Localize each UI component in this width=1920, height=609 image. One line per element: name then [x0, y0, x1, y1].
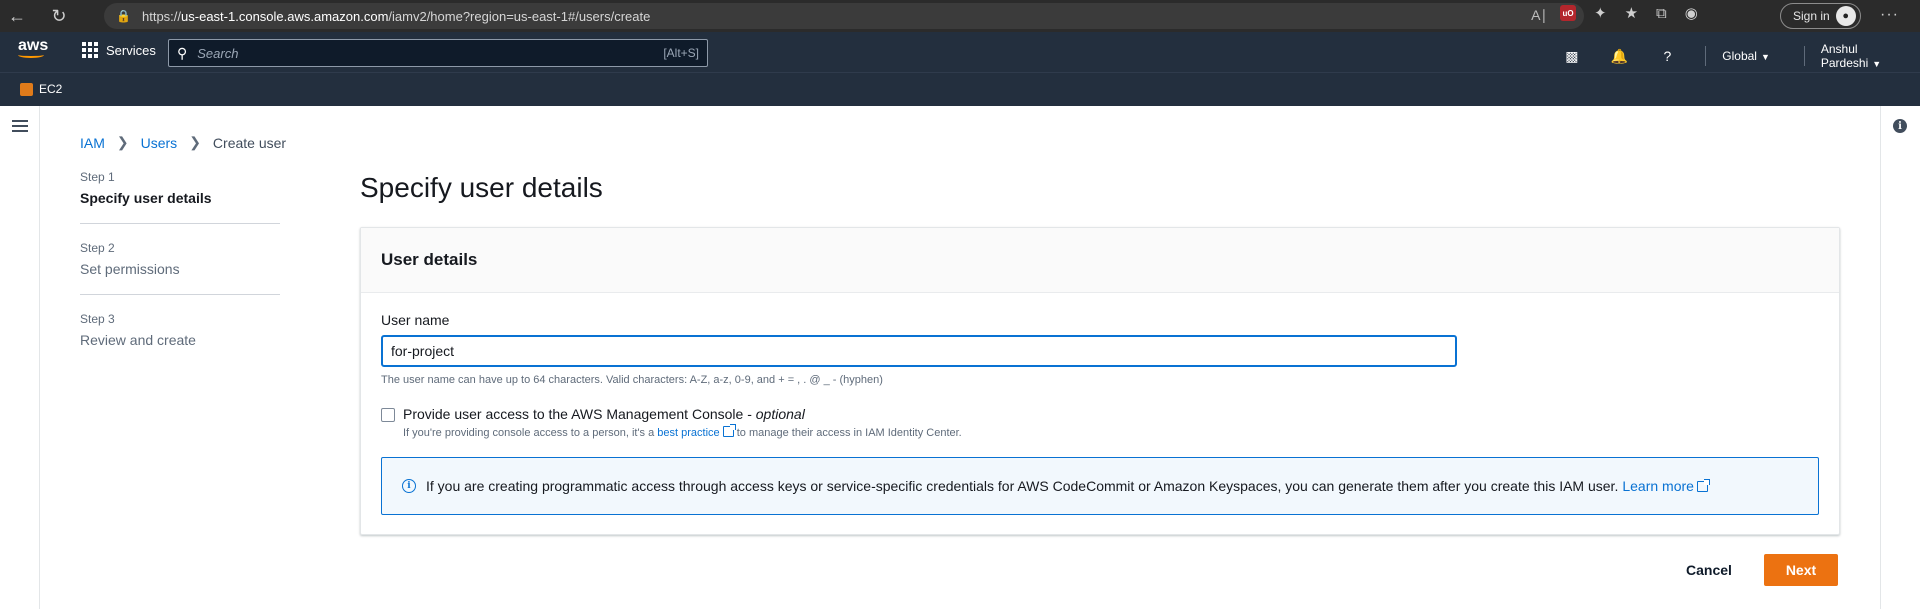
browser-toolbar: ← ↻ 🔒 https://us-east-1.console.aws.amaz…	[0, 0, 1920, 32]
console-access-description: If you're providing console access to a …	[403, 424, 962, 439]
address-bar[interactable]: 🔒 https://us-east-1.console.aws.amazon.c…	[104, 3, 1584, 29]
external-link-icon	[1696, 479, 1710, 492]
step-number: Step 2	[80, 241, 115, 255]
read-aloud-icon[interactable]: A∣	[1531, 7, 1547, 24]
learn-more-link[interactable]: Learn more	[1622, 478, 1710, 494]
browser-menu-icon[interactable]: ···	[1880, 6, 1899, 24]
step-number: Step 1	[80, 170, 115, 184]
step-title: Set permissions	[80, 261, 180, 277]
step-title: Review and create	[80, 332, 196, 348]
lock-icon: 🔒	[116, 9, 131, 23]
wizard-step-2: Step 2 Set permissions	[80, 241, 280, 295]
next-button[interactable]: Next	[1764, 554, 1838, 586]
ec2-service-icon	[20, 82, 33, 96]
page-title: Specify user details	[360, 172, 603, 203]
search-icon: ⚲	[177, 44, 188, 61]
browser-essentials-icon[interactable]: ◉	[1685, 4, 1698, 22]
cancel-button[interactable]: Cancel	[1672, 556, 1746, 584]
step-number: Step 3	[80, 312, 115, 326]
wizard-steps: Step 1 Specify user details Step 2 Set p…	[80, 170, 280, 382]
cloudshell-icon[interactable]: ▩	[1562, 46, 1582, 66]
hamburger-menu-icon[interactable]	[12, 120, 28, 135]
sign-in-button[interactable]: Sign in ●	[1780, 3, 1861, 29]
refresh-icon[interactable]: ↻	[42, 0, 76, 32]
profile-avatar-icon: ●	[1835, 6, 1856, 26]
caret-down-icon: ▼	[1760, 52, 1770, 62]
chevron-right-icon: ❯	[116, 134, 129, 150]
services-label: Services	[106, 42, 156, 58]
url-text: https://us-east-1.console.aws.amazon.com…	[142, 8, 651, 24]
chevron-right-icon: ❯	[189, 134, 201, 150]
info-circle-icon: i	[402, 479, 416, 493]
info-icon[interactable]: i	[1893, 119, 1907, 133]
search-shortcut: [Alt+S]	[663, 46, 699, 60]
breadcrumb-current: Create user	[212, 134, 287, 151]
user-name-label: User name	[381, 312, 450, 328]
alert-text: If you are creating programmatic access …	[426, 478, 1619, 494]
search-input[interactable]	[197, 45, 664, 61]
panel-header: User details	[361, 228, 1839, 293]
step-title: Specify user details	[80, 190, 212, 206]
collections-icon[interactable]: ⧉	[1656, 5, 1667, 22]
favorites-icon[interactable]: ★	[1625, 4, 1638, 22]
wizard-step-3: Step 3 Review and create	[80, 312, 280, 365]
notifications-bell-icon[interactable]: 🔔	[1610, 46, 1630, 66]
console-access-option[interactable]: Provide user access to the AWS Managemen…	[381, 406, 805, 422]
console-access-checkbox[interactable]	[381, 408, 395, 422]
wizard-step-1: Step 1 Specify user details	[80, 170, 280, 224]
favorites-bar: EC2	[0, 72, 1920, 106]
favorite-ec2[interactable]: EC2	[20, 82, 62, 96]
aws-logo[interactable]: aws	[18, 38, 48, 58]
caret-down-icon: ▼	[1872, 59, 1882, 69]
user-name-input[interactable]	[381, 335, 1457, 367]
programmatic-access-info-alert: i If you are creating programmatic acces…	[381, 457, 1819, 515]
sign-in-label: Sign in	[1793, 9, 1830, 23]
breadcrumb: IAM ❯ Users ❯ Create user	[80, 134, 286, 151]
help-panel-rail: i	[1880, 106, 1920, 609]
account-menu[interactable]: Anshul Pardeshi ▼	[1821, 42, 1920, 70]
region-selector[interactable]: Global ▼	[1722, 49, 1770, 63]
best-practice-link[interactable]: best practice	[657, 424, 736, 439]
extensions-icon[interactable]: ✦	[1594, 4, 1607, 22]
services-grid-icon	[82, 42, 98, 58]
help-icon[interactable]: ?	[1658, 46, 1678, 66]
external-link-icon	[722, 424, 736, 437]
breadcrumb-users[interactable]: Users	[141, 135, 178, 151]
user-details-panel: User details User name The user name can…	[360, 227, 1840, 535]
console-access-label: Provide user access to the AWS Managemen…	[403, 406, 805, 422]
search-bar: ⚲ [Alt+S]	[168, 39, 708, 67]
side-navigation-rail	[0, 106, 40, 609]
ublock-extension-icon[interactable]: uO	[1560, 5, 1576, 21]
aws-top-nav: aws Services ⚲ [Alt+S] ▩ 🔔 ? Global▼ Ans…	[0, 32, 1920, 72]
services-menu-button[interactable]: Services	[82, 42, 156, 58]
user-name-constraint-text: The user name can have up to 64 characte…	[381, 374, 883, 386]
back-arrow-icon[interactable]: ←	[0, 0, 34, 32]
breadcrumb-iam[interactable]: IAM	[80, 135, 105, 151]
